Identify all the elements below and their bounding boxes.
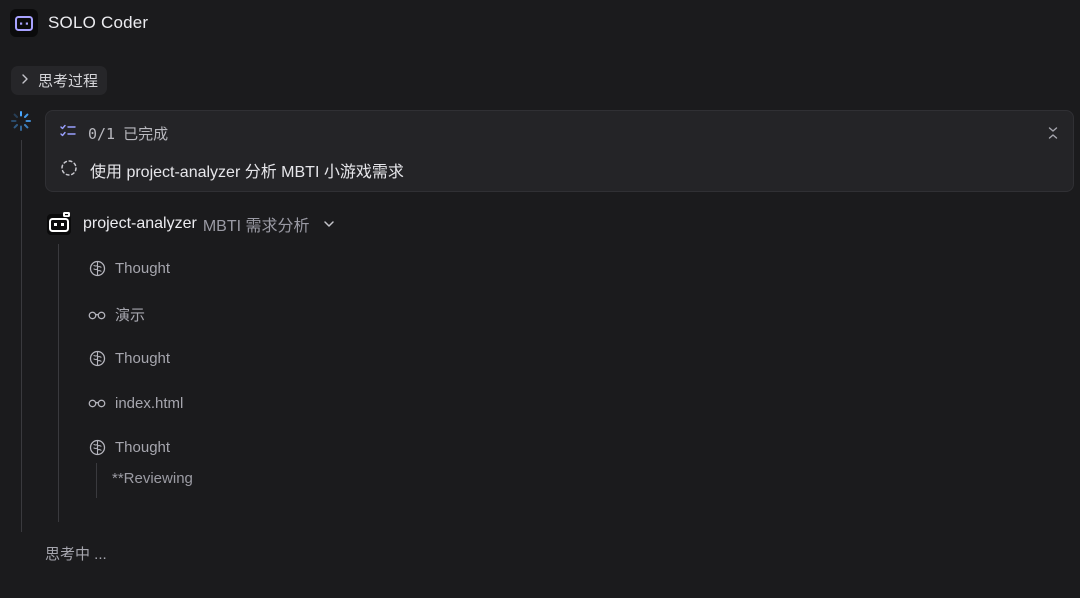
collapse-icon[interactable] (1045, 125, 1061, 141)
brain-icon (88, 438, 106, 456)
robot-avatar-icon (45, 211, 73, 237)
pending-circle-icon (60, 159, 78, 182)
thought-detail-text: **Reviewing (112, 470, 193, 487)
thinking-status: 思考中 ... (45, 546, 107, 563)
agent-timeline-line (58, 244, 59, 522)
thinking-process-toggle[interactable]: 思考过程 (11, 66, 108, 95)
timeline-line (21, 140, 22, 532)
thought-detail-line (96, 463, 97, 498)
step-label: Thought (115, 259, 171, 277)
glasses-icon (88, 394, 106, 412)
task-item: 使用 project-analyzer 分析 MBTI 小游戏需求 (60, 158, 404, 182)
task-header: 0/1 已完成 (60, 123, 168, 144)
step-thought[interactable]: Thought (88, 259, 170, 277)
step-label: Thought (115, 438, 171, 456)
step-thought[interactable]: Thought (88, 438, 170, 456)
agent-description: MBTI 需求分析 (202, 218, 310, 235)
step-label: 演示 (115, 307, 146, 324)
app-header: SOLO Coder (10, 8, 148, 38)
step-label: index.html (115, 394, 184, 412)
glasses-icon (88, 306, 106, 324)
loading-spinner-icon (10, 110, 32, 132)
checklist-icon (60, 124, 76, 143)
step-view-file[interactable]: index.html (88, 394, 183, 412)
task-status: 已完成 (123, 126, 169, 143)
task-progress: 0/1 (88, 124, 116, 143)
chat-panel: SOLO Coder 思考过程 0/1 已完成 使用 project-analy… (0, 0, 1080, 598)
step-thought[interactable]: Thought (88, 349, 170, 367)
task-card: 0/1 已完成 使用 project-analyzer 分析 MBTI 小游戏需… (45, 110, 1074, 192)
brain-icon (88, 349, 106, 367)
agent-row[interactable]: project-analyzer MBTI 需求分析 (45, 211, 336, 237)
agent-name: project-analyzer (83, 215, 197, 232)
chevron-down-icon[interactable] (322, 217, 336, 231)
thinking-process-label: 思考过程 (38, 73, 99, 90)
brain-icon (88, 259, 106, 277)
step-view[interactable]: 演示 (88, 304, 145, 325)
task-item-text: 使用 project-analyzer 分析 MBTI 小游戏需求 (90, 164, 404, 181)
terminal-box-icon (10, 9, 38, 37)
chevron-right-icon (19, 72, 31, 90)
app-title: SOLO Coder (48, 13, 149, 32)
step-label: Thought (115, 349, 171, 367)
